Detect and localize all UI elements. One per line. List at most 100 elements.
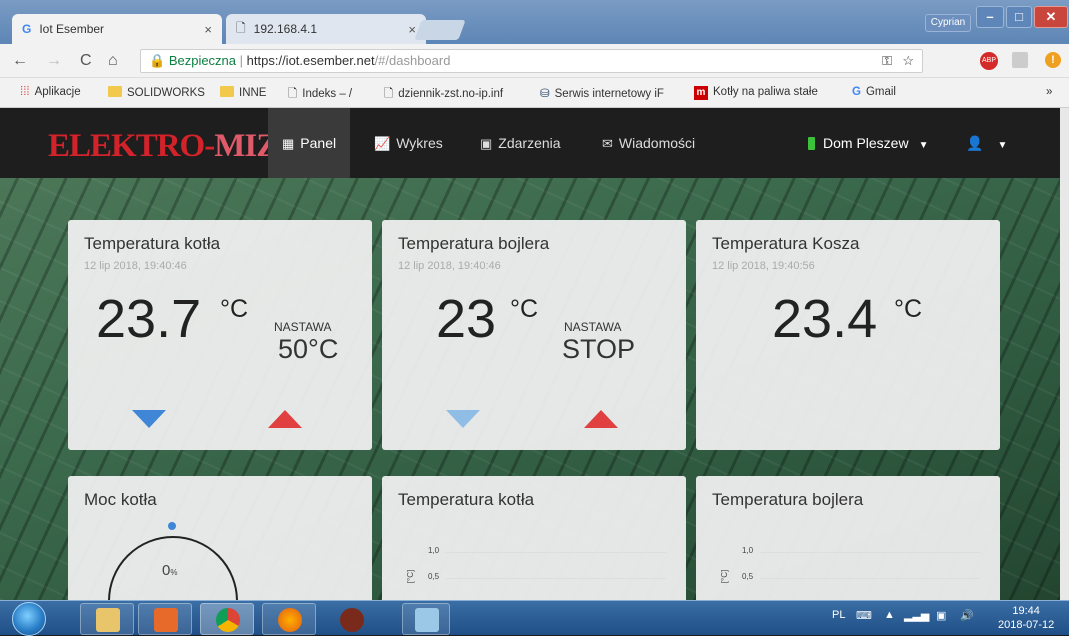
card-title: Temperatura kotła <box>84 234 221 253</box>
increase-setpoint-button[interactable] <box>584 410 618 428</box>
taskbar-explorer[interactable] <box>80 603 134 635</box>
taskbar-app-window[interactable] <box>402 603 450 635</box>
close-window-button[interactable]: ✕ <box>1034 6 1068 28</box>
bookmark-indeks[interactable]: 🗋 Indeks – / <box>288 86 352 105</box>
back-arrow-icon[interactable]: ← <box>12 52 28 70</box>
app-icon <box>154 608 178 632</box>
y-axis-label: [°C] <box>406 569 416 584</box>
card-title: Temperatura bojlera <box>398 234 550 253</box>
minimize-button[interactable]: – <box>976 6 1004 28</box>
close-tab-icon[interactable]: × <box>204 22 212 37</box>
page-icon: 🗋 <box>288 88 298 100</box>
card-moc-kotla: Moc kotła 0% <box>68 476 372 600</box>
extension-icon[interactable] <box>1012 52 1028 68</box>
y-tick-label: 1,0 <box>742 546 754 555</box>
nav-wykres[interactable]: 📈 Wykres <box>360 108 457 178</box>
card-timestamp: 12 lip 2018, 19:40:56 <box>712 260 815 272</box>
taskbar-clock[interactable]: 19:44 2018-07-12 <box>998 604 1054 632</box>
lock-icon: 🔒 <box>149 53 166 68</box>
status-indicator <box>808 137 815 150</box>
start-button[interactable] <box>12 602 46 636</box>
card-timestamp: 12 lip 2018, 19:40:46 <box>84 260 187 272</box>
forward-arrow-icon[interactable]: → <box>46 52 62 70</box>
y-tick-label: 1,0 <box>428 546 440 555</box>
signal-icon[interactable]: ▂▃▅ <box>904 609 929 622</box>
setpoint-value: STOP <box>562 334 636 364</box>
bookmark-dziennik[interactable]: 🗋 dziennik-zst.no-ip.inf <box>384 86 503 105</box>
taskbar-turtle-app[interactable] <box>324 603 378 635</box>
decrease-setpoint-button[interactable] <box>446 410 480 428</box>
google-g-icon: G <box>22 22 32 36</box>
tray-expand-icon[interactable]: ▲ <box>884 609 895 621</box>
page-scrollbar[interactable] <box>1060 108 1069 600</box>
key-icon[interactable]: ⚿ <box>882 50 892 72</box>
calendar-icon: ▣ <box>480 136 493 151</box>
folder-icon <box>108 86 122 97</box>
tab-title: Iot Esember <box>39 22 105 36</box>
grid-line <box>446 578 666 579</box>
warning-icon[interactable]: ! <box>1045 52 1061 68</box>
tab-title: 192.168.4.1 <box>253 22 318 36</box>
decrease-setpoint-button[interactable] <box>132 410 166 428</box>
dashboard-page: ELEKTRO-MIZ ▦ Panel 📈 Wykres ▣ Zdarzenia ✉ W… <box>0 108 1069 600</box>
star-icon[interactable]: ☆ <box>902 50 914 72</box>
card-timestamp: 12 lip 2018, 19:40:46 <box>398 260 501 272</box>
bookmark-kotly[interactable]: m Kotły na paliwa stałe <box>694 86 818 100</box>
bank-icon: ⛁ <box>540 88 550 100</box>
card-chart-kotla: Temperatura kotła 1,0 0,5 [°C] <box>382 476 686 600</box>
url-main: https://iot.esember.net <box>246 53 375 68</box>
bookmark-inne[interactable]: INNE <box>220 86 266 99</box>
keyboard-icon[interactable]: ⌨ <box>856 609 872 622</box>
home-icon[interactable]: ⌂ <box>108 52 118 70</box>
url-rest: /#/dashboard <box>374 53 451 68</box>
gauge-indicator <box>168 522 176 530</box>
language-indicator[interactable]: PL <box>832 609 845 621</box>
setpoint-label: NASTAWA <box>564 320 622 334</box>
increase-setpoint-button[interactable] <box>268 410 302 428</box>
apps-grid-icon: ⁞⁞⁞ <box>20 86 30 98</box>
nav-zdarzenia[interactable]: ▣ Zdarzenia <box>466 108 575 178</box>
grid-line <box>760 578 980 579</box>
grid-line <box>760 552 980 553</box>
bookmark-serwis[interactable]: ⛁ Serwis internetowy iF <box>540 86 664 100</box>
dashboard-icon: ▦ <box>282 136 295 151</box>
bookmark-gmail[interactable]: G Gmail <box>852 86 896 98</box>
grid-line <box>446 552 666 553</box>
temperature-unit: °C <box>510 295 539 323</box>
nav-wiadomosci[interactable]: ✉ Wiadomości <box>588 108 709 178</box>
temperature-value: 23.7 <box>96 289 202 349</box>
bookmarks-overflow[interactable]: » <box>1046 86 1052 98</box>
taskbar-chrome[interactable] <box>200 603 254 635</box>
user-dropdown[interactable]: 👤 ▼ <box>966 108 1007 178</box>
secure-label: Bezpieczna <box>168 53 237 68</box>
tab-iot-esember[interactable]: G Iot Esember × <box>12 14 222 44</box>
adblock-icon[interactable]: ABP <box>980 52 998 70</box>
network-icon[interactable]: ▣ <box>936 609 946 622</box>
browser-titlebar: G Iot Esember × 🗋 192.168.4.1 × Cyprian … <box>0 0 1069 44</box>
page-icon: 🗋 <box>236 20 246 35</box>
new-tab-button[interactable] <box>414 20 466 40</box>
location-dropdown[interactable]: Dom Pleszew ▼ <box>808 108 929 178</box>
maximize-button[interactable]: □ <box>1006 6 1032 28</box>
windows-taskbar: PL ⌨ ▲ ▂▃▅ ▣ 🔊 19:44 2018-07-12 <box>0 600 1069 636</box>
folder-icon <box>96 608 120 632</box>
close-tab-icon[interactable]: × <box>408 22 416 37</box>
elektro-miz-logo[interactable]: ELEKTRO-MIZ <box>48 128 278 165</box>
bookmark-solidworks[interactable]: SOLIDWORKS <box>108 86 205 99</box>
card-title: Moc kotła <box>84 490 157 509</box>
reload-icon[interactable]: C <box>80 52 92 70</box>
profile-button[interactable]: Cyprian <box>925 14 971 32</box>
taskbar-app-orange[interactable] <box>138 603 192 635</box>
bookmark-apps[interactable]: ⁞⁞⁞ Aplikacje <box>20 86 81 98</box>
bookmarks-bar: ⁞⁞⁞ Aplikacje SOLIDWORKS INNE 🗋 Indeks – /… <box>0 78 1069 108</box>
tab-local-ip[interactable]: 🗋 192.168.4.1 × <box>226 14 426 44</box>
chrome-icon <box>216 608 240 632</box>
address-bar[interactable]: 🔒 Bezpieczna | https://iot.esember.net/#… <box>140 49 923 73</box>
card-temp-bojlera: Temperatura bojlera 12 lip 2018, 19:40:4… <box>382 220 686 450</box>
nav-panel[interactable]: ▦ Panel <box>268 108 351 178</box>
taskbar-firefox[interactable] <box>262 603 316 635</box>
address-toolbar: ← → C ⌂ 🔒 Bezpieczna | https://iot.esemb… <box>0 44 1069 78</box>
window-icon <box>415 608 439 632</box>
setpoint-label: NASTAWA <box>274 320 332 334</box>
volume-icon[interactable]: 🔊 <box>960 609 974 622</box>
